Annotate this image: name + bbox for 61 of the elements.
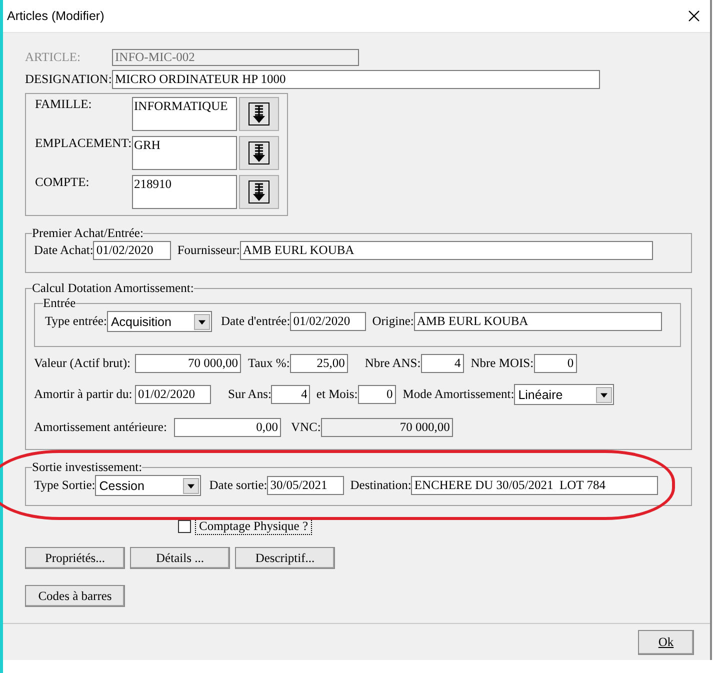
field-label: DESIGNATION: [25, 72, 112, 87]
barcode-button[interactable]: Codes à barres [25, 585, 125, 607]
dropdown[interactable]: Cession [95, 475, 202, 496]
field-label: Valeur (Actif brut): [34, 356, 132, 371]
text-field[interactable]: MICRO ORDINATEUR HP 1000 [112, 70, 600, 89]
text-field[interactable]: GRH [132, 136, 237, 170]
dropdown[interactable]: Linéaire [514, 384, 614, 405]
field-label: COMPTE: [35, 175, 90, 190]
checkbox-label: Comptage Physique ? [195, 518, 312, 535]
field-label: Mode Amortissement: [402, 387, 514, 402]
text-field[interactable]: 0 [534, 354, 577, 373]
action-button[interactable]: Détails ... [130, 547, 230, 569]
text-field[interactable]: 25,00 [290, 354, 348, 373]
text-field[interactable]: INFORMATIQUE [132, 97, 237, 131]
text-field[interactable]: 4 [271, 385, 310, 404]
field-label: Origine: [372, 314, 414, 329]
field-label: Nbre MOIS: [470, 356, 534, 371]
field-label: EMPLACEMENT: [35, 136, 132, 151]
close-icon[interactable] [688, 10, 700, 22]
text-field[interactable]: 0,00 [174, 418, 281, 437]
field-label: FAMILLE: [35, 97, 93, 112]
text-field[interactable]: AMB EURL KOUBA [414, 312, 662, 331]
text-field[interactable]: 70 000,00 [320, 418, 453, 437]
field-label: Taux %: [248, 356, 290, 371]
lookup-button[interactable] [239, 175, 279, 209]
group-title: Calcul Dotation Amortissement: [32, 281, 194, 296]
action-button[interactable]: Descriptif... [235, 547, 335, 569]
lookup-button[interactable] [239, 97, 279, 131]
text-field[interactable]: AMB EURL KOUBA [240, 241, 653, 260]
field-label: Amortissement antérieure: [34, 420, 168, 435]
text-field[interactable]: 30/05/2021 [267, 476, 344, 495]
text-field[interactable]: 01/02/2020 [290, 312, 366, 331]
field-label: Amortir à partir du: [34, 387, 134, 402]
text-field[interactable]: 0 [358, 385, 396, 404]
field-label: Date Achat: [34, 243, 94, 258]
dropdown[interactable]: Acquisition [106, 311, 212, 332]
lookup-button[interactable] [239, 136, 279, 170]
field-label: Destination: [350, 478, 412, 493]
text-field[interactable]: 01/02/2020 [135, 385, 211, 404]
field-label: ARTICLE: [25, 50, 82, 65]
field-label: Date sortie: [209, 478, 268, 493]
field-label: Sur Ans: [228, 387, 272, 402]
ok-button[interactable]: Ok [638, 630, 694, 655]
text-field[interactable]: 70 000,00 [135, 354, 241, 373]
field-label: VNC: [291, 420, 321, 435]
group-title: Sortie investissement: [32, 460, 142, 475]
field-label: Type Sortie: [34, 478, 96, 493]
field-label: Fournisseur: [177, 243, 240, 258]
window-title: Articles (Modifier) [7, 9, 104, 23]
field-label: et Mois: [316, 387, 358, 402]
group-title: Premier Achat/Entrée: [32, 226, 144, 241]
field-label: Date d'entrée: [220, 314, 290, 329]
checkbox[interactable] [178, 520, 191, 533]
action-button[interactable]: Propriétés... [25, 547, 125, 569]
text-field[interactable]: 4 [420, 354, 464, 373]
text-field[interactable]: 01/02/2020 [93, 241, 172, 260]
text-field[interactable]: ENCHERE DU 30/05/2021 LOT 784 [411, 476, 658, 495]
field-label: Type entrée: [45, 314, 107, 329]
field-label: Nbre ANS: [364, 356, 421, 371]
text-field[interactable]: 218910 [132, 175, 237, 209]
group-title: Entrée [43, 296, 76, 311]
